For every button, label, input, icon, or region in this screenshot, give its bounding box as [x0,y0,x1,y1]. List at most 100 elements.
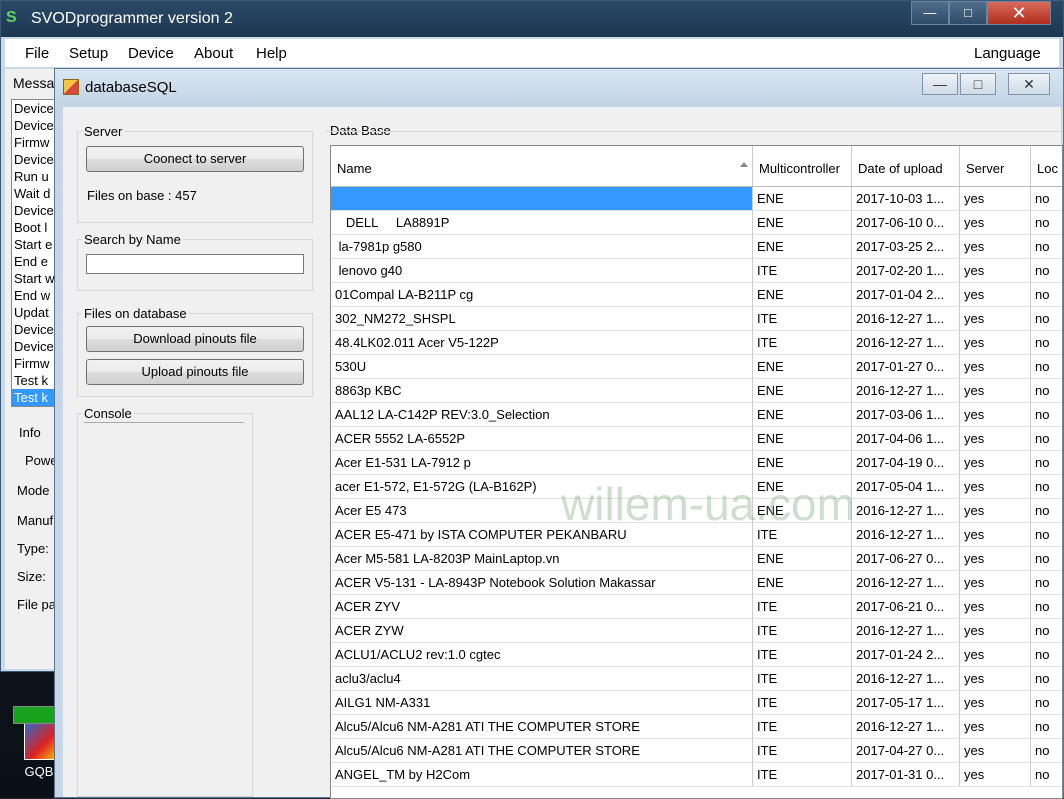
cell-server[interactable]: yes [960,763,1031,787]
cell-local[interactable]: no [1031,379,1062,403]
cell-name[interactable]: ACER ZYV [331,595,753,619]
cell-server[interactable]: yes [960,571,1031,595]
cell-local[interactable]: no [1031,643,1062,667]
cell-local[interactable]: no [1031,667,1062,691]
message-item[interactable]: Device [12,338,56,355]
cell-date[interactable]: 2017-01-24 2... [852,643,960,667]
table-row[interactable]: AAL12 LA-C142P REV:3.0_Selection ENE 2017-… [331,403,1062,427]
cell-multicontroller[interactable]: ITE [753,523,852,547]
cell-date[interactable]: 2017-05-04 1... [852,475,960,499]
cell-local[interactable]: no [1031,211,1062,235]
cell-local[interactable]: no [1031,307,1062,331]
table-row[interactable]: acer E1-572, E1-572G (LA-B162P) ENE 2017-0… [331,475,1062,499]
menu-setup[interactable]: Setup [69,45,108,62]
cell-name[interactable]: 302_NM272_SHSPL [331,307,753,331]
table-row[interactable]: DELL LA8891P ENE 2017-06-10 0... yes no [331,211,1062,235]
minimize-button[interactable]: — [911,1,949,25]
cell-local[interactable]: no [1031,259,1062,283]
cell-server[interactable]: yes [960,547,1031,571]
cell-multicontroller[interactable]: ITE [753,691,852,715]
cell-server[interactable]: yes [960,619,1031,643]
cell-date[interactable]: 2017-03-06 1... [852,403,960,427]
cell-server[interactable]: yes [960,427,1031,451]
cell-server[interactable]: yes [960,307,1031,331]
cell-date[interactable]: 2017-02-20 1... [852,259,960,283]
column-header-date[interactable]: Date of upload [852,146,960,186]
cell-date[interactable]: 2016-12-27 1... [852,379,960,403]
cell-name[interactable]: ACER 5552 LA-6552P [331,427,753,451]
cell-date[interactable]: 2017-01-04 2... [852,283,960,307]
table-row[interactable]: lenovo g40 ITE 2017-02-20 1... yes no [331,259,1062,283]
table-row[interactable]: Acer E1-531 LA-7912 p ENE 2017-04-19 0... y… [331,451,1062,475]
cell-date[interactable]: 2017-01-27 0... [852,355,960,379]
search-input[interactable] [86,254,304,274]
cell-multicontroller[interactable]: ITE [753,643,852,667]
cell-name[interactable]: ACER V5-131 - LA-8943P Notebook Solution… [331,571,753,595]
cell-server[interactable]: yes [960,475,1031,499]
cell-server[interactable]: yes [960,283,1031,307]
cell-name[interactable]: Alcu5/Alcu6 NM-A281 ATI THE COMPUTER STO… [331,715,753,739]
table-row[interactable]: Acer M5-581 LA-8203P MainLaptop.vn ENE 201… [331,547,1062,571]
message-item[interactable]: Test k [12,372,56,389]
cell-local[interactable]: no [1031,355,1062,379]
cell-server[interactable]: yes [960,379,1031,403]
cell-date[interactable]: 2017-05-17 1... [852,691,960,715]
upload-pinouts-button[interactable]: Upload pinouts file [86,359,304,385]
cell-multicontroller[interactable]: ENE [753,475,852,499]
cell-server[interactable]: yes [960,739,1031,763]
cell-local[interactable]: no [1031,235,1062,259]
cell-multicontroller[interactable]: ENE [753,571,852,595]
cell-multicontroller[interactable]: ENE [753,187,852,211]
cell-date[interactable]: 2017-06-21 0... [852,595,960,619]
column-header-local[interactable]: Loc [1031,146,1062,186]
column-header-name[interactable]: Name [331,146,753,186]
message-item[interactable]: End e [12,253,56,270]
database-table[interactable]: Name Multicontroller Date of upload Serv… [330,145,1063,799]
table-row[interactable]: 530U ENE 2017-01-27 0... yes no [331,355,1062,379]
cell-date[interactable]: 2017-04-27 0... [852,739,960,763]
cell-multicontroller[interactable]: ITE [753,739,852,763]
table-row[interactable]: ENE 2017-10-03 1... yes no [331,187,1062,211]
table-row[interactable]: Alcu5/Alcu6 NM-A281 ATI THE COMPUTER STO… [331,739,1062,763]
cell-server[interactable]: yes [960,499,1031,523]
cell-name[interactable]: 530U [331,355,753,379]
message-item[interactable]: Device [12,117,56,134]
dialog-minimize-button[interactable]: — [922,73,958,95]
cell-name[interactable]: la-7981p g580 [331,235,753,259]
cell-multicontroller[interactable]: ITE [753,763,852,787]
cell-name[interactable]: DELL LA8891P [331,211,753,235]
cell-name[interactable]: Acer E1-531 LA-7912 p [331,451,753,475]
cell-multicontroller[interactable]: ENE [753,547,852,571]
message-item[interactable]: End w [12,287,56,304]
message-item[interactable]: Updat [12,304,56,321]
table-row[interactable]: 01Compal LA-B211P cg ENE 2017-01-04 2... ye… [331,283,1062,307]
cell-name[interactable]: 8863p KBC [331,379,753,403]
cell-name[interactable]: lenovo g40 [331,259,753,283]
cell-local[interactable]: no [1031,715,1062,739]
table-row[interactable]: ACER E5-471 by ISTA COMPUTER PEKANBARU IT… [331,523,1062,547]
table-row[interactable]: ACER ZYV ITE 2017-06-21 0... yes no [331,595,1062,619]
table-row[interactable]: la-7981p g580 ENE 2017-03-25 2... yes no [331,235,1062,259]
download-pinouts-button[interactable]: Download pinouts file [86,326,304,352]
cell-name[interactable]: Acer M5-581 LA-8203P MainLaptop.vn [331,547,753,571]
cell-server[interactable]: yes [960,331,1031,355]
table-row[interactable]: ACER 5552 LA-6552P ENE 2017-04-06 1... yes n… [331,427,1062,451]
dialog-maximize-button[interactable]: □ [960,73,996,95]
message-item[interactable]: Boot l [12,219,56,236]
cell-name[interactable]: aclu3/aclu4 [331,667,753,691]
cell-local[interactable]: no [1031,451,1062,475]
cell-multicontroller[interactable]: ENE [753,211,852,235]
cell-multicontroller[interactable]: ENE [753,355,852,379]
info-tab[interactable]: Info [19,425,41,440]
message-item[interactable]: Device [12,151,56,168]
cell-server[interactable]: yes [960,355,1031,379]
message-item[interactable]: Start w [12,270,56,287]
column-header-multicontroller[interactable]: Multicontroller [753,146,852,186]
cell-local[interactable]: no [1031,523,1062,547]
cell-server[interactable]: yes [960,715,1031,739]
cell-server[interactable]: yes [960,187,1031,211]
cell-name[interactable] [331,187,753,211]
cell-date[interactable]: 2016-12-27 1... [852,619,960,643]
cell-server[interactable]: yes [960,523,1031,547]
cell-name[interactable]: ACER ZYW [331,619,753,643]
